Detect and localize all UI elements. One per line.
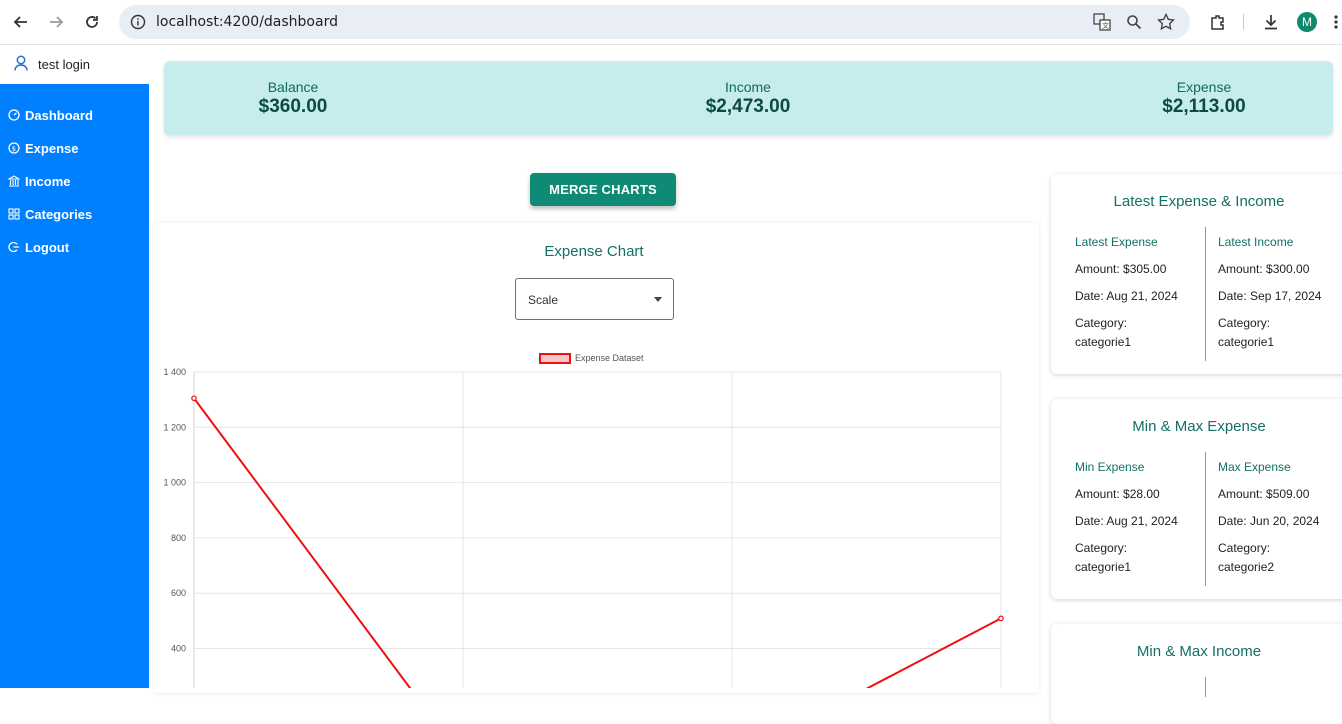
- latest-expense-amount: Amount: $305.00: [1075, 262, 1167, 276]
- svg-text:$: $: [11, 145, 15, 153]
- toolbar-divider: [1243, 14, 1244, 30]
- profile-avatar[interactable]: M: [1297, 12, 1317, 32]
- bookmark-star-icon[interactable]: [1157, 13, 1175, 31]
- minmax-expense-card: Min & Max Expense Min Expense Amount: $2…: [1051, 399, 1342, 599]
- scale-select-value: Scale: [528, 293, 559, 307]
- grid-icon: [7, 208, 20, 221]
- minmax-income-title: Min & Max Income: [1136, 643, 1262, 660]
- latest-income-category-label: Category:: [1218, 316, 1271, 330]
- min-expense-column: Min Expense Amount: $28.00 Date: Aug 21,…: [1075, 460, 1178, 574]
- latest-income-category: categorie1: [1218, 335, 1275, 349]
- minmax-income-card: Min & Max Income: [1051, 624, 1342, 724]
- sidebar-item-categories[interactable]: Categories: [0, 202, 149, 226]
- y-tick-label: 1 400: [163, 367, 186, 377]
- scale-select[interactable]: Scale: [515, 278, 674, 320]
- address-bar[interactable]: localhost:4200/dashboard 文: [119, 5, 1190, 39]
- user-name: test login: [38, 57, 91, 72]
- sidebar: Dashboard $ Expense Income Categories Lo…: [0, 84, 149, 688]
- expense-line-chart: 1 400 1 200 1 000 800 600 400 Expense Dataset: [163, 353, 1004, 688]
- latest-income-amount: Amount: $300.00: [1218, 262, 1310, 276]
- dashboard-icon: [7, 109, 20, 122]
- latest-card-title: Latest Expense & Income: [1113, 193, 1285, 210]
- y-tick-label: 1 200: [163, 422, 186, 432]
- latest-income-head: Latest Income: [1218, 235, 1294, 249]
- extensions-icon[interactable]: [1207, 11, 1229, 33]
- max-expense-category-label: Category:: [1218, 541, 1271, 555]
- max-expense-date: Date: Jun 20, 2024: [1218, 514, 1320, 528]
- latest-expense-category-label: Category:: [1075, 316, 1128, 330]
- income-value: $2,473.00: [705, 96, 791, 117]
- balance-value: $360.00: [258, 96, 328, 117]
- minmax-expense-title: Min & Max Expense: [1132, 418, 1266, 435]
- browser-toolbar: localhost:4200/dashboard 文 M: [0, 0, 1342, 45]
- y-tick-label: 600: [171, 588, 186, 598]
- max-expense-column: Max Expense Amount: $509.00 Date: Jun 20…: [1218, 460, 1319, 574]
- summary-panel: Balance $360.00 Income $2,473.00 Expense…: [164, 61, 1333, 135]
- min-expense-category-label: Category:: [1075, 541, 1128, 555]
- reload-button[interactable]: [81, 11, 103, 33]
- sidebar-item-label: Income: [25, 173, 71, 189]
- chevron-down-icon: [654, 297, 662, 302]
- data-point: [998, 615, 1004, 622]
- sidebar-item-label: Dashboard: [25, 107, 93, 123]
- translate-icon[interactable]: 文: [1093, 13, 1111, 31]
- expense-summary: Expense $2,113.00: [1104, 79, 1304, 118]
- user-icon: [14, 55, 28, 76]
- min-expense-category: categorie1: [1075, 560, 1132, 574]
- sidebar-item-dashboard[interactable]: Dashboard: [0, 103, 149, 127]
- url-text: localhost:4200/dashboard: [156, 14, 338, 30]
- income-label: Income: [725, 79, 771, 95]
- zoom-icon[interactable]: [1125, 13, 1143, 31]
- card-divider: [1205, 677, 1206, 697]
- latest-income-date: Date: Sep 17, 2024: [1218, 289, 1322, 303]
- forward-arrow-icon: [50, 16, 64, 28]
- sidebar-item-label: Categories: [25, 206, 93, 222]
- sidebar-item-expense[interactable]: $ Expense: [0, 136, 149, 160]
- downloads-icon[interactable]: [1260, 11, 1282, 33]
- merge-charts-button[interactable]: MERGE CHARTS: [530, 173, 676, 206]
- legend-label: Expense Dataset: [575, 353, 644, 363]
- card-divider: [1205, 227, 1206, 361]
- y-tick-label: 400: [171, 644, 186, 654]
- latest-expense-date: Date: Aug 21, 2024: [1075, 289, 1178, 303]
- latest-card: Latest Expense & Income Latest Expense A…: [1051, 174, 1342, 374]
- legend-swatch: [539, 353, 571, 364]
- y-tick-label: 800: [171, 533, 186, 543]
- min-expense-amount: Amount: $28.00: [1075, 487, 1160, 501]
- back-arrow-icon: [13, 16, 27, 28]
- min-expense-head: Min Expense: [1075, 460, 1145, 474]
- latest-expense-category: categorie1: [1075, 335, 1132, 349]
- site-info-icon[interactable]: [130, 14, 146, 35]
- min-expense-date: Date: Aug 21, 2024: [1075, 514, 1178, 528]
- latest-income-column: Latest Income Amount: $300.00 Date: Sep …: [1218, 235, 1321, 349]
- chart-title: Expense Chart: [544, 243, 644, 260]
- card-divider: [1205, 452, 1206, 586]
- sidebar-item-income[interactable]: Income: [0, 169, 149, 193]
- expense-series-line: [193, 397, 1002, 688]
- forward-button[interactable]: [45, 11, 67, 33]
- svg-text:文: 文: [1102, 21, 1109, 30]
- latest-expense-head: Latest Expense: [1075, 235, 1158, 249]
- balance-label: Balance: [267, 79, 319, 95]
- bank-icon: [7, 175, 20, 188]
- expense-value: $2,113.00: [1162, 96, 1246, 117]
- max-expense-amount: Amount: $509.00: [1218, 487, 1310, 501]
- max-expense-category: categorie2: [1218, 560, 1275, 574]
- dollar-icon: $: [7, 142, 20, 155]
- sidebar-item-label: Expense: [25, 140, 79, 156]
- y-tick-label: 1 000: [163, 478, 186, 488]
- balance-summary: Balance $360.00: [193, 79, 393, 118]
- user-header: test login: [0, 46, 149, 84]
- reload-icon: [86, 16, 98, 28]
- expense-label: Expense: [1176, 79, 1232, 95]
- max-expense-head: Max Expense: [1218, 460, 1291, 474]
- chrome-menu-icon[interactable]: [1330, 11, 1342, 33]
- back-button[interactable]: [10, 11, 32, 33]
- income-summary: Income $2,473.00: [648, 79, 848, 118]
- data-point: [191, 395, 197, 402]
- latest-expense-column: Latest Expense Amount: $305.00 Date: Aug…: [1075, 235, 1178, 349]
